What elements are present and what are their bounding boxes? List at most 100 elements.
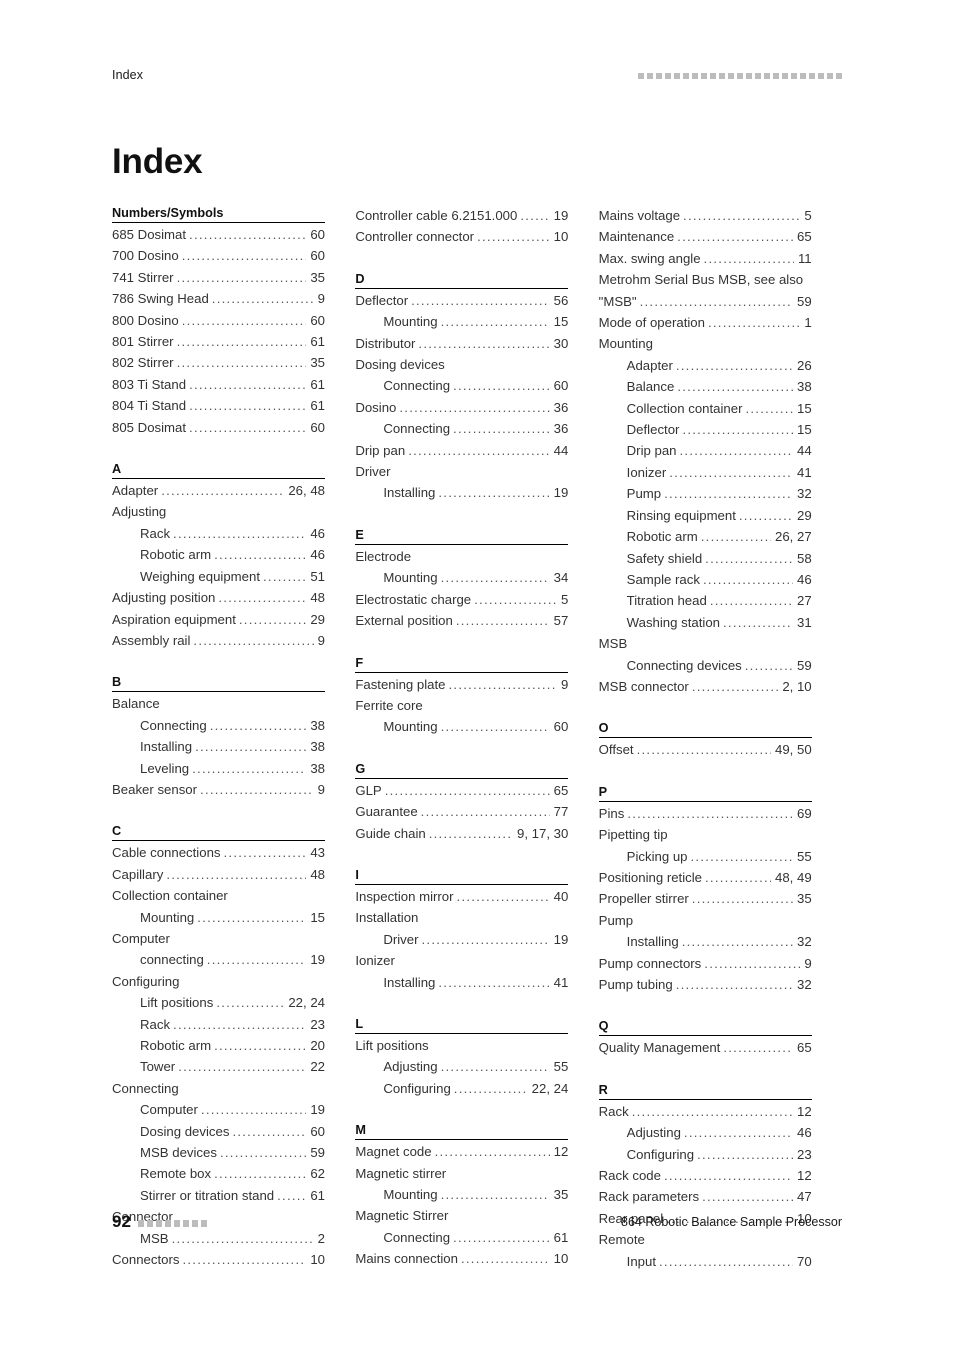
- index-subentry[interactable]: Rinsing equipment.......................…: [599, 505, 812, 526]
- index-entry[interactable]: 804 Ti Stand............................…: [112, 395, 325, 416]
- index-subentry[interactable]: Driver..................................…: [355, 929, 568, 950]
- index-entry[interactable]: Controller cable 6.2151.000.............…: [355, 205, 568, 226]
- index-entry[interactable]: Pump: [599, 910, 812, 931]
- index-entry[interactable]: 801 Stirrer.............................…: [112, 331, 325, 352]
- index-entry[interactable]: Propeller stirrer.......................…: [599, 888, 812, 909]
- index-entry[interactable]: Ferrite core: [355, 695, 568, 716]
- index-entry[interactable]: Magnet code.............................…: [355, 1141, 568, 1162]
- index-subentry[interactable]: Configuring.............................…: [599, 1144, 812, 1165]
- index-subentry[interactable]: Adjusting...............................…: [355, 1056, 568, 1077]
- index-entry[interactable]: 786 Swing Head..........................…: [112, 288, 325, 309]
- index-subentry[interactable]: Rack....................................…: [112, 523, 325, 544]
- index-subentry[interactable]: Robotic arm.............................…: [599, 526, 812, 547]
- index-subentry[interactable]: Remote box..............................…: [112, 1163, 325, 1184]
- index-entry[interactable]: Offset..................................…: [599, 739, 812, 760]
- index-entry[interactable]: Mounting: [599, 333, 812, 354]
- index-subentry[interactable]: Dosing devices..........................…: [112, 1121, 325, 1142]
- index-subentry[interactable]: Washing station.........................…: [599, 612, 812, 633]
- index-entry[interactable]: Maintenance.............................…: [599, 226, 812, 247]
- index-entry[interactable]: Pipetting tip: [599, 824, 812, 845]
- index-entry[interactable]: Magnetic stirrer: [355, 1163, 568, 1184]
- index-entry[interactable]: Pins....................................…: [599, 803, 812, 824]
- index-entry[interactable]: Distributor.............................…: [355, 333, 568, 354]
- index-subentry[interactable]: Connecting..............................…: [112, 715, 325, 736]
- index-entry[interactable]: Pump tubing.............................…: [599, 974, 812, 995]
- index-entry[interactable]: Mains connection........................…: [355, 1248, 568, 1269]
- index-entry[interactable]: Computer: [112, 928, 325, 949]
- index-subentry[interactable]: Robotic arm.............................…: [112, 1035, 325, 1056]
- index-subentry[interactable]: Mounting................................…: [355, 1184, 568, 1205]
- index-subentry[interactable]: Balance.................................…: [599, 376, 812, 397]
- index-entry[interactable]: MSB connector...........................…: [599, 676, 812, 697]
- index-entry[interactable]: Rack code...............................…: [599, 1165, 812, 1186]
- index-entry[interactable]: Cable connections.......................…: [112, 842, 325, 863]
- index-entry[interactable]: Max. swing angle........................…: [599, 248, 812, 269]
- index-entry[interactable]: Connecting: [112, 1078, 325, 1099]
- index-entry[interactable]: Guide chain.............................…: [355, 823, 568, 844]
- index-subentry[interactable]: Connecting..............................…: [355, 375, 568, 396]
- index-subentry[interactable]: Computer................................…: [112, 1099, 325, 1120]
- index-entry[interactable]: Aspiration equipment....................…: [112, 609, 325, 630]
- index-entry[interactable]: Configuring: [112, 971, 325, 992]
- index-subentry[interactable]: Rack....................................…: [112, 1014, 325, 1035]
- index-entry[interactable]: Driver: [355, 461, 568, 482]
- index-entry[interactable]: 802 Stirrer.............................…: [112, 352, 325, 373]
- index-entry[interactable]: Adjusting position......................…: [112, 587, 325, 608]
- index-entry[interactable]: Rack....................................…: [599, 1101, 812, 1122]
- index-entry[interactable]: Rack parameters.........................…: [599, 1186, 812, 1207]
- index-subentry[interactable]: Mounting................................…: [112, 907, 325, 928]
- index-entry[interactable]: Assembly rail...........................…: [112, 630, 325, 651]
- index-subentry[interactable]: Installing..............................…: [355, 972, 568, 993]
- index-subentry[interactable]: Installing..............................…: [355, 482, 568, 503]
- index-entry[interactable]: Collection container: [112, 885, 325, 906]
- index-subentry[interactable]: Connecting..............................…: [355, 418, 568, 439]
- index-entry[interactable]: Inspection mirror.......................…: [355, 886, 568, 907]
- index-subentry[interactable]: Weighing equipment......................…: [112, 566, 325, 587]
- index-subentry[interactable]: Input...................................…: [599, 1251, 812, 1272]
- index-entry[interactable]: "MSB"...................................…: [599, 291, 812, 312]
- index-subentry[interactable]: Installing..............................…: [599, 931, 812, 952]
- index-entry[interactable]: Electrostatic charge....................…: [355, 589, 568, 610]
- index-subentry[interactable]: Tower...................................…: [112, 1056, 325, 1077]
- index-subentry[interactable]: Configuring.............................…: [355, 1078, 568, 1099]
- index-entry[interactable]: Drip pan................................…: [355, 440, 568, 461]
- index-entry[interactable]: 685 Dosimat.............................…: [112, 224, 325, 245]
- index-subentry[interactable]: Collection container....................…: [599, 398, 812, 419]
- index-subentry[interactable]: Mounting................................…: [355, 567, 568, 588]
- index-entry[interactable]: External position.......................…: [355, 610, 568, 631]
- index-subentry[interactable]: Drip pan................................…: [599, 440, 812, 461]
- index-subentry[interactable]: Adjusting...............................…: [599, 1122, 812, 1143]
- index-subentry[interactable]: Titration head..........................…: [599, 590, 812, 611]
- index-entry[interactable]: Ionizer: [355, 950, 568, 971]
- index-subentry[interactable]: Connecting devices......................…: [599, 655, 812, 676]
- index-subentry[interactable]: Ionizer.................................…: [599, 462, 812, 483]
- index-entry[interactable]: Connectors..............................…: [112, 1249, 325, 1270]
- index-entry[interactable]: Fastening plate.........................…: [355, 674, 568, 695]
- index-entry[interactable]: Controller connector....................…: [355, 226, 568, 247]
- index-subentry[interactable]: Adapter.................................…: [599, 355, 812, 376]
- index-subentry[interactable]: MSB devices.............................…: [112, 1142, 325, 1163]
- index-entry[interactable]: Adapter.................................…: [112, 480, 325, 501]
- index-subentry[interactable]: Installing..............................…: [112, 736, 325, 757]
- index-entry[interactable]: Adjusting: [112, 501, 325, 522]
- index-entry[interactable]: Metrohm Serial Bus MSB, see also: [599, 269, 812, 290]
- index-entry[interactable]: Positioning reticle.....................…: [599, 867, 812, 888]
- index-entry[interactable]: Capillary...............................…: [112, 864, 325, 885]
- index-entry[interactable]: Pump connectors.........................…: [599, 953, 812, 974]
- index-entry[interactable]: Dosing devices: [355, 354, 568, 375]
- index-subentry[interactable]: Leveling................................…: [112, 758, 325, 779]
- index-subentry[interactable]: Picking up..............................…: [599, 846, 812, 867]
- index-entry[interactable]: Beaker sensor...........................…: [112, 779, 325, 800]
- index-entry[interactable]: 803 Ti Stand............................…: [112, 374, 325, 395]
- index-entry[interactable]: Mains voltage...........................…: [599, 205, 812, 226]
- index-entry[interactable]: Installation: [355, 907, 568, 928]
- index-subentry[interactable]: Stirrer or titration stand..............…: [112, 1185, 325, 1206]
- index-subentry[interactable]: Mounting................................…: [355, 716, 568, 737]
- index-subentry[interactable]: Robotic arm.............................…: [112, 544, 325, 565]
- index-entry[interactable]: 805 Dosimat.............................…: [112, 417, 325, 438]
- index-entry[interactable]: 800 Dosino..............................…: [112, 310, 325, 331]
- index-entry[interactable]: Deflector...............................…: [355, 290, 568, 311]
- index-entry[interactable]: Guarantee...............................…: [355, 801, 568, 822]
- index-entry[interactable]: Quality Management......................…: [599, 1037, 812, 1058]
- index-entry[interactable]: Lift positions: [355, 1035, 568, 1056]
